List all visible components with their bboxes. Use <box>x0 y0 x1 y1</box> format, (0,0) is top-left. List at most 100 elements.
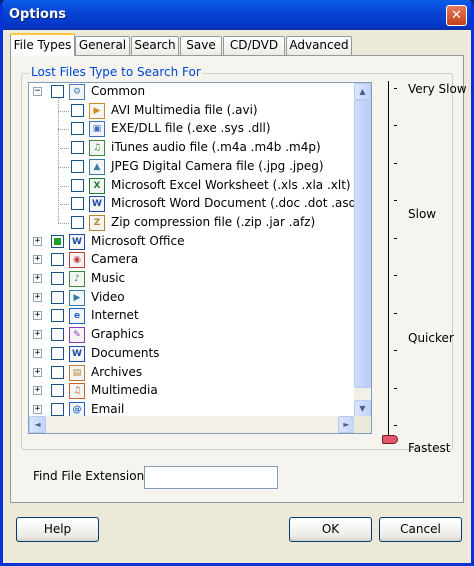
ok-button[interactable]: OK <box>289 517 372 542</box>
exe-file-icon: ▣ <box>89 121 105 138</box>
expand-icon[interactable]: + <box>33 255 42 265</box>
tree-checkbox[interactable] <box>51 402 64 416</box>
expand-icon[interactable]: + <box>33 292 42 302</box>
speed-label-very-slow: Very Slow <box>408 82 467 96</box>
slider-tick <box>394 275 397 276</box>
speed-label-slow: Slow <box>408 207 437 221</box>
tree-connector <box>58 204 69 206</box>
scroll-left-button[interactable]: ◄ <box>29 416 46 433</box>
tree-file-type-row[interactable]: ▶ AVI Multimedia file (.avi) <box>29 102 355 120</box>
find-extension-input[interactable] <box>144 466 278 489</box>
expand-icon[interactable]: + <box>33 404 42 414</box>
scroll-corner <box>354 416 371 433</box>
slider-thumb[interactable] <box>382 435 398 444</box>
tab-cd-dvd[interactable]: CD/DVD <box>223 36 285 55</box>
office-icon: W <box>69 233 85 250</box>
tree-item-label: Graphics <box>91 327 144 342</box>
tree-category-row[interactable]: + ◉ Camera <box>29 251 355 269</box>
tree-checkbox[interactable] <box>71 103 84 117</box>
tree-category-row[interactable]: + W Documents <box>29 345 355 363</box>
tree-checkbox[interactable] <box>51 290 64 304</box>
chevron-up-icon: ▲ <box>359 87 366 96</box>
tree-item-label: Common <box>91 84 146 98</box>
tree-file-type-row[interactable]: ♫ iTunes audio file (.m4a .m4b .m4p) <box>29 139 355 157</box>
email-icon: @ <box>69 401 85 417</box>
close-button[interactable]: ✕ <box>446 5 467 26</box>
tree-checkbox[interactable] <box>71 197 84 211</box>
tree-category-row[interactable]: + ♪ Music <box>29 270 355 288</box>
tree-category-row[interactable]: + ▶ Video <box>29 289 355 307</box>
tree-item-label: Documents <box>91 345 160 360</box>
tree-checkbox[interactable] <box>51 234 64 248</box>
cancel-button[interactable]: Cancel <box>379 517 462 542</box>
tree-file-type-row[interactable]: W Microsoft Word Document (.doc .dot .asd… <box>29 195 355 213</box>
tree-checkbox[interactable] <box>51 253 64 267</box>
collapse-icon[interactable]: − <box>33 87 42 96</box>
tree-checkbox[interactable] <box>51 365 64 379</box>
expand-icon[interactable]: + <box>33 386 42 396</box>
tree-category-row[interactable]: + ♫ Multimedia <box>29 382 355 400</box>
tree-checkbox[interactable] <box>51 384 64 398</box>
scroll-up-button[interactable]: ▲ <box>354 83 371 100</box>
common-icon: ⚙ <box>69 84 85 100</box>
tree-file-type-row[interactable]: Z Zip compression file (.zip .jar .afz) <box>29 214 355 232</box>
tree-checkbox[interactable] <box>71 159 84 173</box>
tree-checkbox[interactable] <box>51 272 64 285</box>
slider-tick <box>394 425 397 426</box>
window-title: Options <box>9 7 66 22</box>
vertical-scrollbar[interactable]: ▲ ▼ <box>354 83 371 417</box>
tab-save[interactable]: Save <box>180 36 222 55</box>
slider-tick <box>394 125 397 126</box>
tree-connector <box>58 185 69 187</box>
tree-file-type-row[interactable]: ▲ JPEG Digital Camera file (.jpg .jpeg) <box>29 158 355 176</box>
jpeg-file-icon: ▲ <box>89 158 105 175</box>
tree-checkbox[interactable] <box>71 178 84 192</box>
help-button[interactable]: Help <box>16 517 99 542</box>
expand-icon[interactable]: + <box>33 274 42 283</box>
tree-category-row[interactable]: + W Microsoft Office <box>29 233 355 251</box>
tab-general[interactable]: General <box>75 36 130 55</box>
tab-file-types[interactable]: File Types <box>10 33 75 56</box>
tree-checkbox[interactable] <box>51 328 64 342</box>
tree-checkbox[interactable] <box>71 122 84 136</box>
tree-item-label: Microsoft Office <box>91 233 185 248</box>
tree-connector <box>58 129 69 131</box>
expand-icon[interactable]: + <box>33 236 42 246</box>
tree-item-label: Archives <box>91 364 143 379</box>
scroll-down-button[interactable]: ▼ <box>354 400 371 417</box>
scroll-right-button[interactable]: ► <box>338 416 355 433</box>
horizontal-scrollbar[interactable]: ◄ ► <box>29 416 355 433</box>
tree-checkbox[interactable] <box>51 309 64 323</box>
tree-checkbox[interactable] <box>71 215 84 229</box>
expand-icon[interactable]: + <box>33 367 42 377</box>
tree-category-row[interactable]: + ✎ Graphics <box>29 326 355 344</box>
expand-icon[interactable]: + <box>33 348 42 358</box>
speed-label-fastest: Fastest <box>408 441 451 455</box>
tree-item-label: Email <box>91 401 125 416</box>
tree-checkbox[interactable] <box>51 346 64 360</box>
tree-category-row[interactable]: + e Internet <box>29 307 355 325</box>
graphics-icon: ✎ <box>69 327 85 344</box>
search-speed-slider[interactable]: Very Slow Slow Quicker Fastest <box>382 74 467 455</box>
scroll-thumb[interactable] <box>354 100 371 388</box>
slider-tick <box>394 163 397 164</box>
tree-checkbox[interactable] <box>71 141 84 155</box>
tree-category-row[interactable]: + ▤ Archives <box>29 364 355 382</box>
expand-icon[interactable]: + <box>33 330 42 340</box>
tree-checkbox[interactable] <box>51 85 64 98</box>
expand-icon[interactable]: + <box>33 311 42 321</box>
slider-tick <box>394 313 397 314</box>
tree-category-row[interactable]: + @ Email <box>29 401 355 417</box>
tree-item-label: Camera <box>91 252 139 267</box>
file-type-tree[interactable]: − ⚙ Common ▶ AVI Multimedia file (.avi) ▣ EXE/… <box>28 82 372 434</box>
tree-file-type-row[interactable]: X Microsoft Excel Worksheet (.xls .xla .x… <box>29 177 355 195</box>
tab-advanced[interactable]: Advanced <box>286 36 352 55</box>
tree-item-label: Microsoft Word Document (.doc .dot .asd) <box>111 196 355 211</box>
slider-tick <box>394 350 397 351</box>
tab-search[interactable]: Search <box>131 36 179 55</box>
tree-category-row[interactable]: − ⚙ Common <box>29 83 355 101</box>
slider-track <box>388 81 389 441</box>
multimedia-icon: ♫ <box>69 383 85 400</box>
tree-item-label: JPEG Digital Camera file (.jpg .jpeg) <box>111 158 324 173</box>
tree-file-type-row[interactable]: ▣ EXE/DLL file (.exe .sys .dll) <box>29 120 355 138</box>
